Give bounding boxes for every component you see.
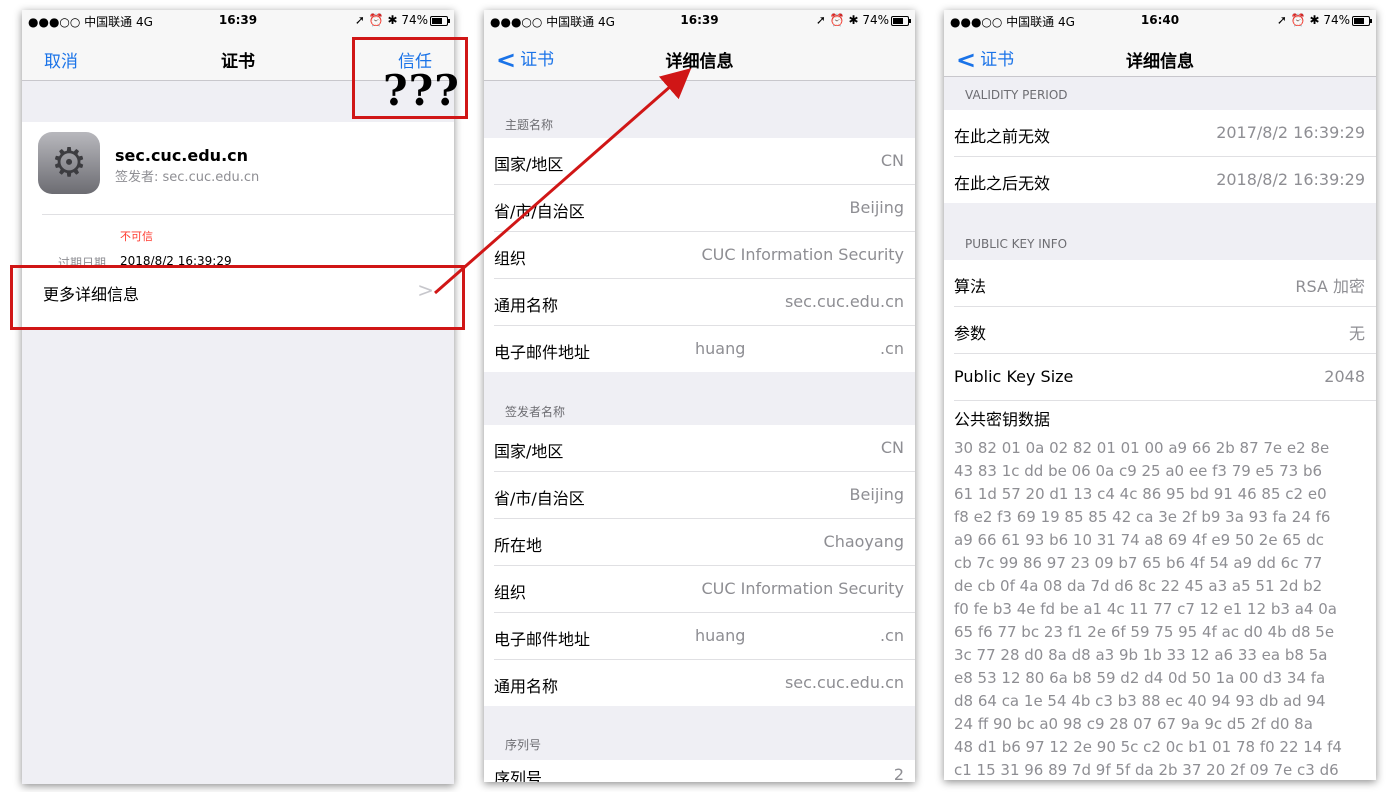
arrow-line xyxy=(434,68,692,295)
annotation-arrow xyxy=(434,68,692,295)
